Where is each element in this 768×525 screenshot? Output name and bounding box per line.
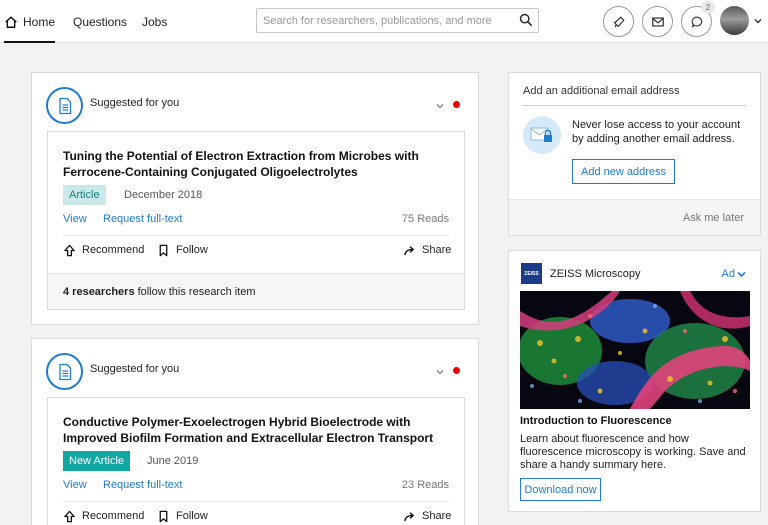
messages-button[interactable] <box>642 6 673 37</box>
chevron-down-icon[interactable] <box>436 102 444 110</box>
panel-description: Never lose access to your account by add… <box>572 119 741 145</box>
share-label: Share <box>422 510 452 522</box>
nav-questions[interactable]: Questions <box>73 0 127 43</box>
bookmark-icon <box>159 244 168 256</box>
followers-text: follow this research item <box>137 285 256 298</box>
share-button[interactable]: Share <box>403 508 451 524</box>
followers-summary: 4 researchers follow this research item <box>48 273 464 309</box>
research-item: Conductive Polymer-Exoelectrogen Hybrid … <box>47 397 465 525</box>
chevron-down-icon[interactable] <box>436 368 444 376</box>
request-full-text-link[interactable]: Request full-text <box>103 479 182 491</box>
request-full-text-link[interactable]: Request full-text <box>103 213 182 225</box>
unread-indicator <box>453 367 460 374</box>
research-item: Tuning the Potential of Electron Extract… <box>47 131 465 310</box>
top-navigation-bar: Home Questions Jobs 2 <box>0 0 768 43</box>
document-icon <box>46 87 83 124</box>
recommend-button[interactable]: Recommend <box>63 508 144 524</box>
chat-icon <box>691 16 702 28</box>
add-new-address-button[interactable]: Add new address <box>572 159 675 184</box>
home-icon <box>5 15 17 28</box>
arrow-up-icon <box>64 510 75 522</box>
item-title[interactable]: Conductive Polymer-Exoelectrogen Hybrid … <box>63 414 443 446</box>
followers-count[interactable]: 4 researchers <box>63 286 135 298</box>
panel-title: Add an additional email address <box>523 85 680 97</box>
chevron-down-icon <box>737 271 746 277</box>
megaphone-icon <box>613 16 624 27</box>
feed-card: Suggested for you Conductive Polymer-Exo… <box>31 338 479 525</box>
bookmark-icon <box>159 510 168 522</box>
search-box <box>256 8 539 33</box>
recommend-label: Recommend <box>82 510 145 522</box>
follow-button[interactable]: Follow <box>157 242 208 258</box>
item-date: December 2018 <box>124 189 203 201</box>
announcements-button[interactable] <box>603 6 634 37</box>
ad-flag-text: Ad <box>721 268 735 280</box>
divider <box>63 235 449 236</box>
nav-home[interactable]: Home <box>4 0 56 43</box>
follow-label: Follow <box>176 244 208 256</box>
nav-jobs[interactable]: Jobs <box>142 0 167 43</box>
feed-card: Suggested for you Tuning the Potential o… <box>31 72 479 325</box>
reads-count: 75 Reads <box>401 213 449 225</box>
search-icon[interactable] <box>519 13 533 27</box>
download-now-button[interactable]: Download now <box>520 478 601 501</box>
mail-icon <box>651 16 664 27</box>
divider <box>63 501 449 502</box>
chevron-down-icon[interactable] <box>753 16 763 26</box>
view-link[interactable]: View <box>63 213 87 225</box>
share-button[interactable]: Share <box>403 242 451 258</box>
ad-headline[interactable]: Introduction to Fluorescence <box>520 415 672 427</box>
recommend-button[interactable]: Recommend <box>63 242 144 258</box>
panel-footer: Ask me later <box>509 199 760 235</box>
recommend-label: Recommend <box>82 244 145 256</box>
arrow-up-icon <box>64 244 75 256</box>
follow-label: Follow <box>176 510 208 522</box>
search-input[interactable] <box>257 9 507 32</box>
ask-me-later-link[interactable]: Ask me later <box>683 212 744 224</box>
follow-button[interactable]: Follow <box>157 508 208 524</box>
advertisement: ZEISS ZEISS Microscopy Ad Introduction t… <box>508 250 761 512</box>
ad-brand-name[interactable]: ZEISS Microscopy <box>550 268 640 280</box>
divider <box>523 105 746 106</box>
view-link[interactable]: View <box>63 479 87 491</box>
share-icon <box>404 511 414 521</box>
card-header-label: Suggested for you <box>90 97 180 109</box>
avatar[interactable] <box>720 6 749 35</box>
ad-label[interactable]: Ad <box>722 268 746 280</box>
document-icon <box>46 353 83 390</box>
zeiss-logo: ZEISS <box>521 263 542 284</box>
item-type-badge: Article <box>63 185 106 205</box>
share-label: Share <box>422 244 452 256</box>
item-type-badge: New Article <box>63 451 131 471</box>
secure-mail-icon <box>523 116 561 154</box>
nav-home-label: Home <box>23 14 56 29</box>
unread-indicator <box>453 101 460 108</box>
item-title[interactable]: Tuning the Potential of Electron Extract… <box>63 148 443 180</box>
share-icon <box>404 245 414 255</box>
ad-description: Learn about fluorescence and how fluores… <box>520 433 746 471</box>
notification-badge: 2 <box>701 1 715 13</box>
fluorescence-microscopy-image[interactable] <box>520 291 750 409</box>
item-date: June 2019 <box>147 455 199 467</box>
reads-count: 23 Reads <box>401 479 449 491</box>
card-header-label: Suggested for you <box>90 363 180 375</box>
add-email-panel: Add an additional email address Never lo… <box>508 72 761 236</box>
